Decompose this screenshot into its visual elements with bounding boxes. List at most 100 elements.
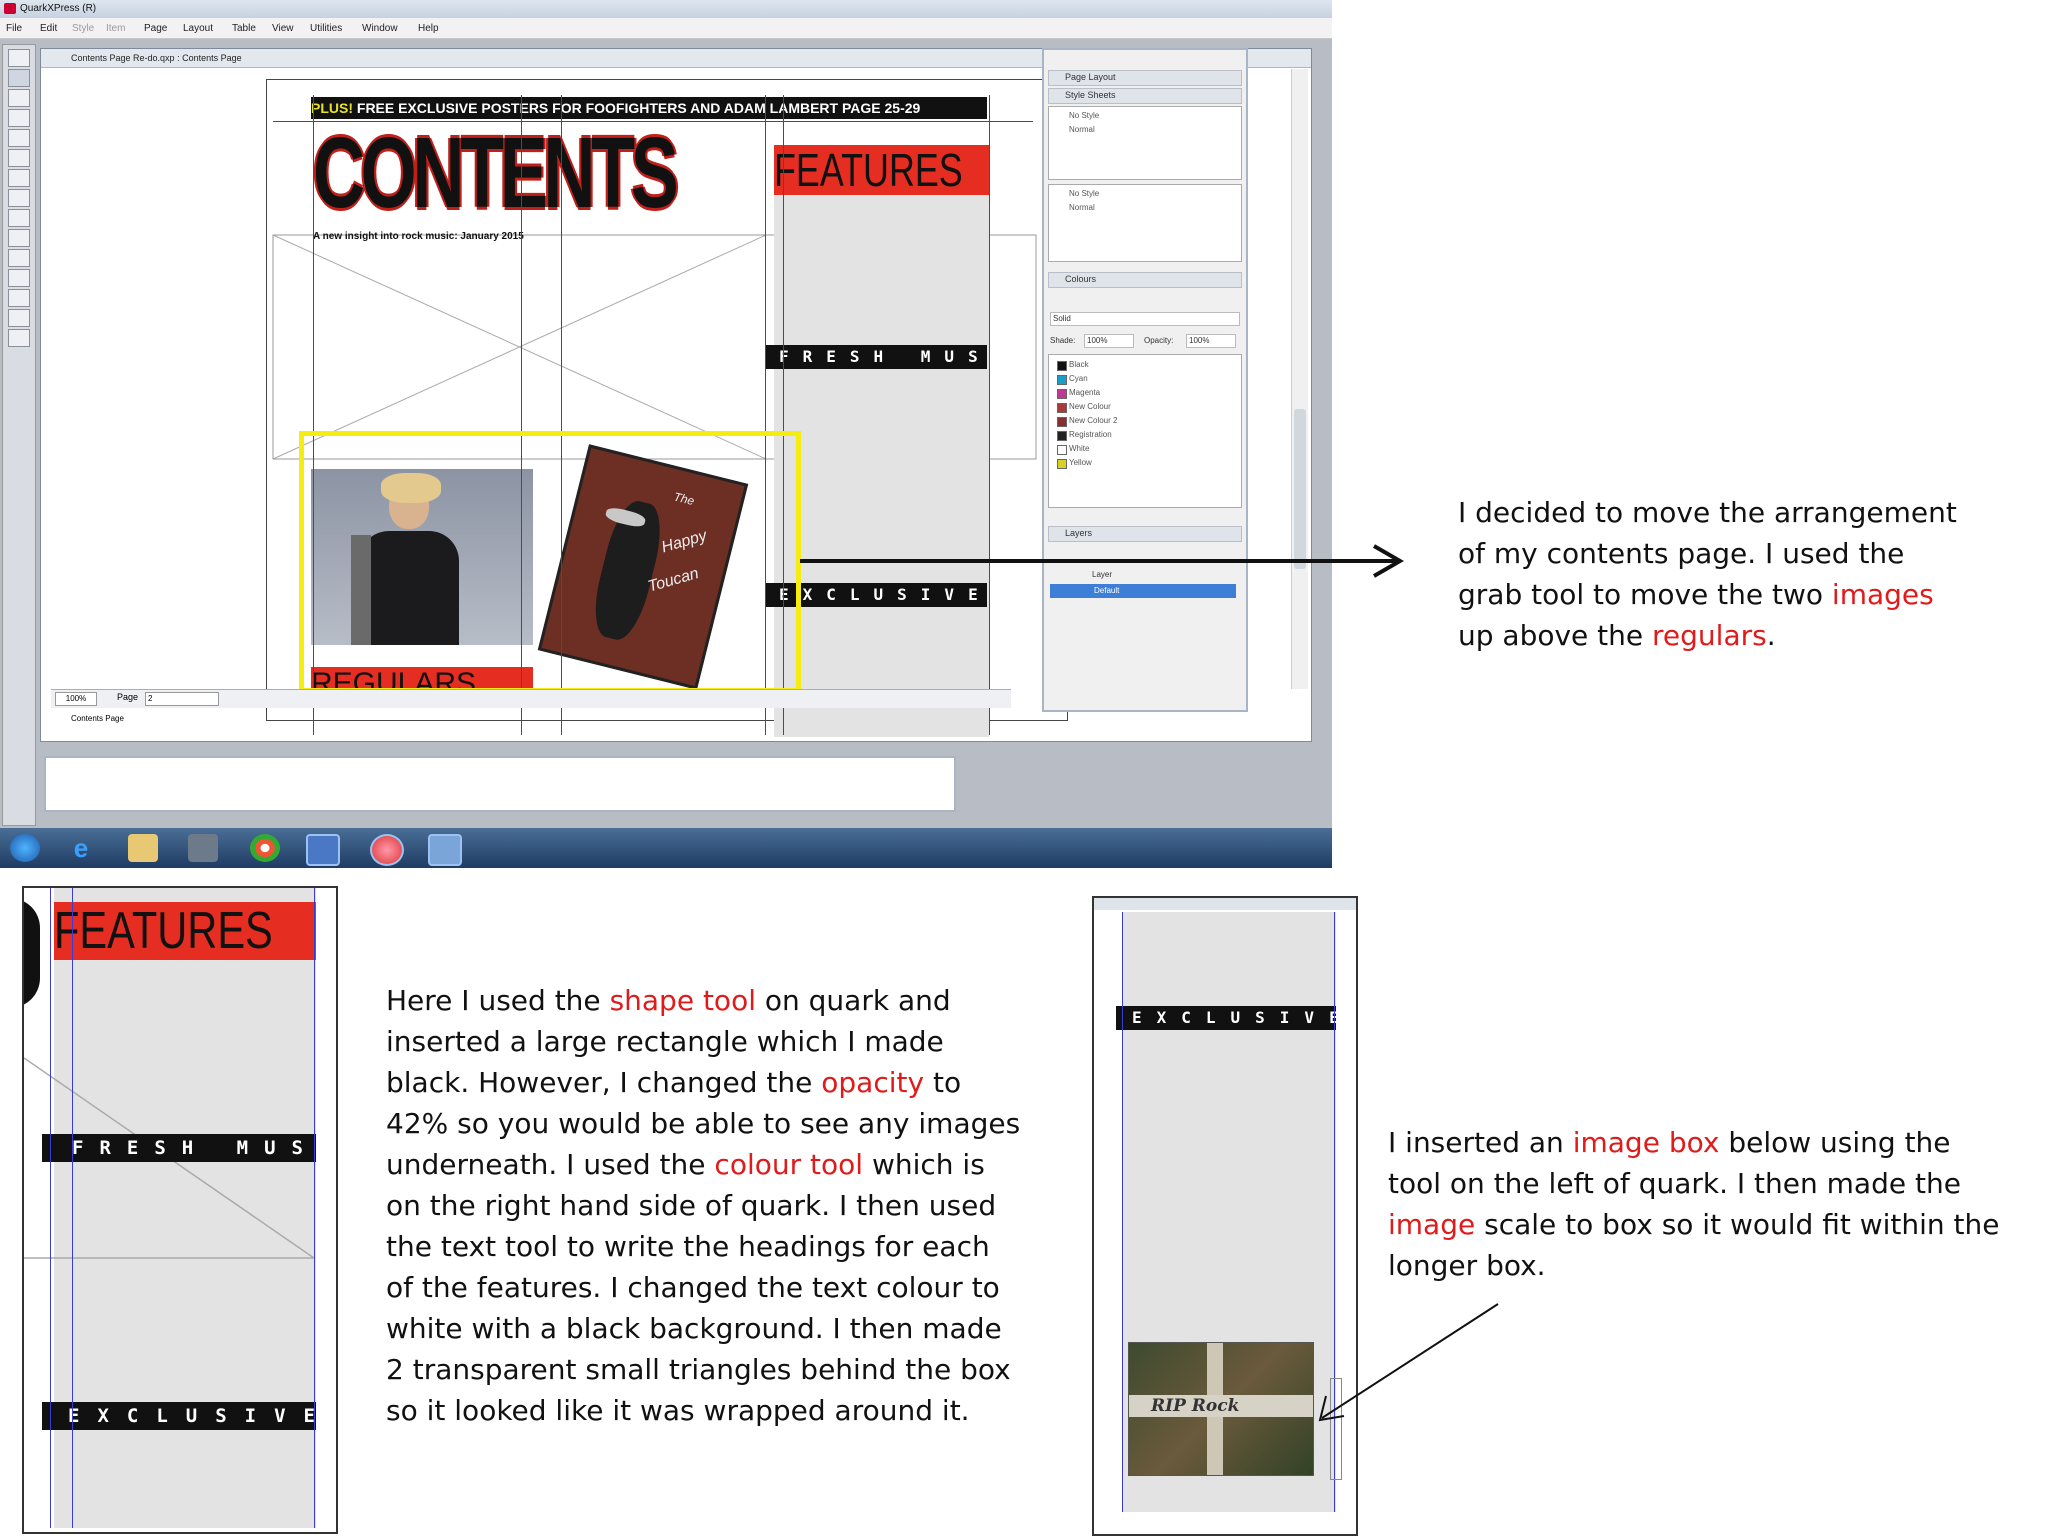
colour-swatch[interactable] [1057,403,1067,413]
annotation-line: the text tool to write the headings for … [386,1226,1026,1267]
annotation-text: black. However, I changed the [386,1066,822,1099]
network-icon[interactable] [428,834,462,866]
annotation-line: I decided to move the arrangement [1458,492,2038,533]
menu-window[interactable]: Window [362,23,398,34]
menu-view[interactable]: View [272,23,294,34]
left-exclusives-label: EXCLUSIVES [42,1402,316,1430]
file-explorer-icon[interactable] [128,834,158,862]
star-tool-icon[interactable] [8,329,30,347]
scissors-tool-icon[interactable] [8,309,30,327]
annotation-text: white with a black background. I then ma… [386,1312,1002,1345]
annotation-text: 2 transparent small triangles behind the… [386,1353,1011,1386]
menu-edit[interactable]: Edit [40,23,57,34]
annotation-text: of the features. I changed the text colo… [386,1271,1000,1304]
colour-swatch[interactable] [1057,417,1067,427]
colour-swatch[interactable] [1057,459,1067,469]
colour-swatch[interactable] [1057,445,1067,455]
features-heading: FEATURES [774,145,989,195]
content-tool-icon[interactable] [8,89,30,107]
status-bar: 100% Page 2 [51,689,1011,708]
menu-file[interactable]: File [6,23,22,34]
zoom-field[interactable]: 100% [55,692,97,706]
fill-type-select[interactable]: Solid [1050,312,1240,326]
annotation-text: the text tool to write the headings for … [386,1230,990,1263]
zoom-tool-icon[interactable] [8,129,30,147]
annotation-text: inserted a large rectangle which I made [386,1025,944,1058]
style-item[interactable]: No Style [1069,111,1099,120]
annotation-line: 2 transparent small triangles behind the… [386,1349,1026,1390]
pan-tool-icon[interactable] [8,289,30,307]
page-label: Page [117,692,139,702]
colours-list: Black Cyan Magenta New Colour New Colour 2 Re… [1048,354,1242,508]
colour-name[interactable]: Magenta [1069,388,1100,397]
media-player-icon[interactable] [188,834,218,862]
vertical-scrollbar[interactable] [1291,69,1308,689]
linking-tool-icon[interactable] [8,249,30,267]
annotation-highlight: regulars [1652,619,1767,652]
column-guide [50,888,51,1528]
table-tool-icon[interactable] [8,189,30,207]
right-exclusives-label: EXCLUSIVES [1116,1006,1336,1030]
style-sheets-panel-header[interactable]: Style Sheets [1048,88,1242,104]
menu-bar: File Edit Style Item Page Layout Table V… [0,18,1332,39]
opacity-field[interactable]: 100% [1186,334,1236,348]
page-number-field[interactable]: 2 [145,692,219,706]
menu-page[interactable]: Page [144,23,167,34]
colour-name[interactable]: New Colour 2 [1069,416,1117,425]
annotation-line: image scale to box so it would fit withi… [1388,1204,2038,1245]
quark-taskbar-icon[interactable] [370,834,404,866]
annotation-text: I inserted an [1388,1126,1573,1159]
chrome-icon[interactable] [250,834,280,862]
column-guide [72,888,73,1528]
menu-table[interactable]: Table [232,23,256,34]
colours-panel-header[interactable]: Colours [1048,272,1242,288]
picture-box-tool-icon[interactable] [8,169,30,187]
colour-swatch[interactable] [1057,375,1067,385]
tools-palette [2,44,36,826]
layout-tab[interactable]: Contents Page [51,709,191,729]
colour-name[interactable]: New Colour [1069,402,1111,411]
colour-name[interactable]: Registration [1069,430,1112,439]
colour-swatch[interactable] [1057,389,1067,399]
left-fresh-music-label: FRESH MUSIC [42,1134,316,1162]
word-icon[interactable] [306,834,340,866]
menu-help[interactable]: Help [418,23,439,34]
internet-explorer-icon[interactable]: e [66,834,96,862]
line-tool-icon[interactable] [8,209,30,227]
windows-taskbar: e [0,828,1332,868]
annotation-line: grab tool to move the two images [1458,574,2038,615]
text-box-tool-icon[interactable] [8,149,30,167]
menu-layout[interactable]: Layout [183,23,213,34]
left-crop-lines [24,1057,315,1259]
title-bar: QuarkXPress (R) [0,0,1332,18]
left-crop-panel: FEATURES FRESH MUSIC EXCLUSIVES [22,886,338,1534]
start-button-icon[interactable] [10,834,40,862]
measurements-palette [44,756,956,812]
colour-swatch[interactable] [1057,431,1067,441]
menu-item[interactable]: Item [106,23,125,34]
colour-name[interactable]: Yellow [1069,458,1092,467]
annotation-text: I decided to move the arrangement [1458,496,1957,529]
text-path-tool-icon[interactable] [8,229,30,247]
style-item[interactable]: Normal [1069,125,1095,134]
character-styles-list: No Style Normal [1048,184,1242,262]
menu-utilities[interactable]: Utilities [310,23,342,34]
item-tool-icon[interactable] [8,49,30,67]
colour-name[interactable]: Black [1069,360,1089,369]
annotation-text: . [1766,619,1776,652]
pointer-arrow-2 [1318,1303,1499,1422]
annotation-highlight: image box [1572,1126,1720,1159]
unlinking-tool-icon[interactable] [8,269,30,287]
style-item[interactable]: Normal [1069,203,1095,212]
page-layout-panel-header[interactable]: Page Layout [1048,70,1242,86]
layer-default-row[interactable]: Default [1050,584,1236,598]
shade-field[interactable]: 100% [1084,334,1134,348]
rotate-tool-icon[interactable] [8,109,30,127]
annotation-line: I inserted an image box below using the [1388,1122,2038,1163]
menu-style[interactable]: Style [72,23,94,34]
style-item[interactable]: No Style [1069,189,1099,198]
colour-swatch[interactable] [1057,361,1067,371]
colour-name[interactable]: White [1069,444,1089,453]
colour-name[interactable]: Cyan [1069,374,1088,383]
move-tool-icon[interactable] [8,69,30,87]
